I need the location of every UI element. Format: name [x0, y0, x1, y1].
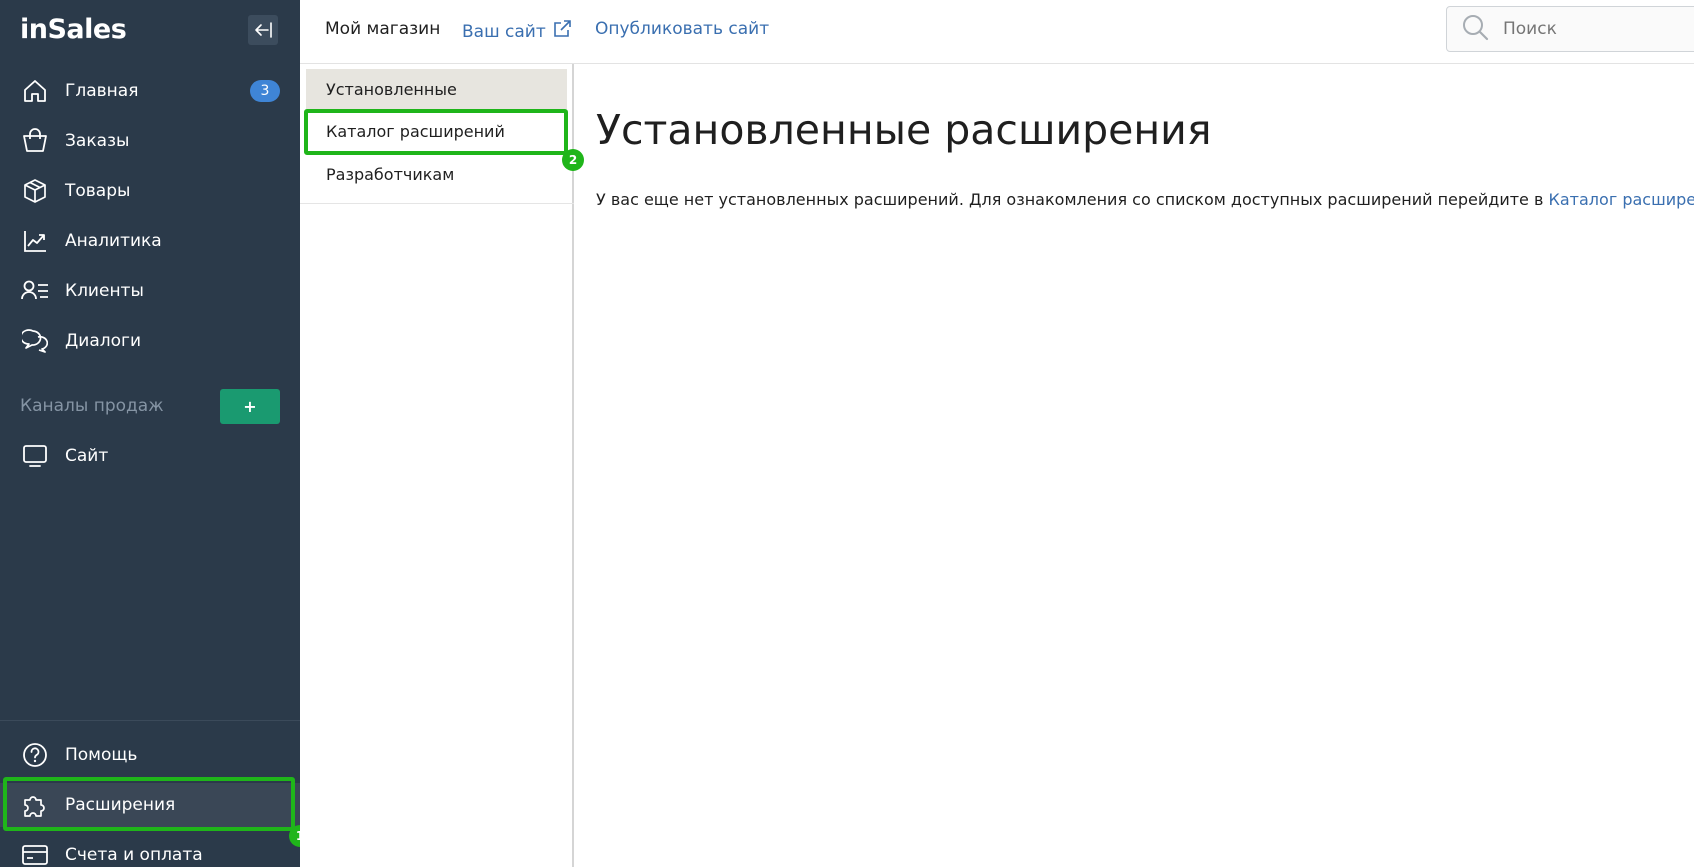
sidebar-divider: [0, 720, 300, 721]
nav-item-extensions[interactable]: Расширения: [0, 783, 300, 827]
nav-item-clients[interactable]: Клиенты: [0, 269, 300, 313]
collapse-arrow-icon: [255, 22, 272, 38]
nav-item-orders[interactable]: Заказы: [0, 119, 300, 163]
search-icon: [1461, 13, 1489, 45]
nav-item-home[interactable]: Главная 3: [0, 69, 300, 113]
page-title: Установленные расширения: [596, 106, 1212, 154]
catalog-link[interactable]: Каталог расширений: [1549, 190, 1694, 209]
nav-label: Сайт: [65, 446, 109, 466]
store-name: Мой магазин: [325, 19, 441, 39]
submenu-item-installed[interactable]: Установленные: [306, 69, 567, 109]
submenu-item-catalog[interactable]: Каталог расширений: [306, 111, 567, 151]
nav-item-help[interactable]: Помощь: [0, 733, 300, 777]
nav-item-analytics[interactable]: Аналитика: [0, 219, 300, 263]
nav-label: Помощь: [65, 745, 138, 765]
sales-channels-label: Каналы продаж: [20, 396, 164, 416]
puzzle-icon: [20, 790, 50, 820]
nav-item-billing[interactable]: Счета и оплата: [0, 833, 300, 867]
monitor-icon: [20, 441, 50, 471]
nav-label: Заказы: [65, 131, 130, 151]
submenu-item-developers[interactable]: Разработчикам: [306, 154, 567, 194]
external-link-icon: [552, 19, 572, 44]
users-list-icon: [20, 276, 50, 306]
nav-label: Товары: [65, 181, 131, 201]
nav-label: Счета и оплата: [65, 845, 203, 865]
topbar: Мой магазин Ваш сайт Опубликовать сайт: [300, 0, 1694, 64]
nav-label: Аналитика: [65, 231, 162, 251]
credit-card-icon: [20, 840, 50, 867]
collapse-sidebar-button[interactable]: [248, 15, 278, 45]
search-box[interactable]: [1446, 6, 1694, 52]
chat-bubbles-icon: [20, 326, 50, 356]
insales-logo[interactable]: inSales: [20, 14, 127, 45]
publish-site-link[interactable]: Опубликовать сайт: [595, 19, 769, 39]
extensions-submenu: Установленные Каталог расширений Разрабо…: [300, 64, 574, 867]
empty-state-message: У вас еще нет установленных расширений. …: [596, 190, 1544, 209]
nav-label: Расширения: [65, 795, 176, 815]
nav-label: Диалоги: [65, 331, 141, 351]
home-icon: [20, 76, 50, 106]
add-channel-button[interactable]: +: [220, 389, 280, 424]
search-input[interactable]: [1503, 19, 1683, 39]
nav-item-products[interactable]: Товары: [0, 169, 300, 213]
your-site-link[interactable]: Ваш сайт: [462, 19, 572, 44]
your-site-link-label: Ваш сайт: [462, 21, 546, 42]
nav-label: Главная: [65, 81, 139, 101]
empty-state-text: У вас еще нет установленных расширений. …: [596, 190, 1694, 209]
chart-line-icon: [20, 226, 50, 256]
notification-badge: 3: [250, 80, 280, 102]
help-circle-icon: [20, 740, 50, 770]
nav-label: Клиенты: [65, 281, 144, 301]
submenu-list: Установленные Каталог расширений Разрабо…: [300, 64, 574, 204]
box-icon: [20, 176, 50, 206]
nav-item-site[interactable]: Сайт: [0, 434, 300, 478]
nav-item-dialogs[interactable]: Диалоги: [0, 319, 300, 363]
shopping-bag-icon: [20, 126, 50, 156]
sidebar: inSales Главная 3 Заказы Товары Аналитик…: [0, 0, 300, 867]
step-marker-2: 2: [562, 149, 584, 171]
